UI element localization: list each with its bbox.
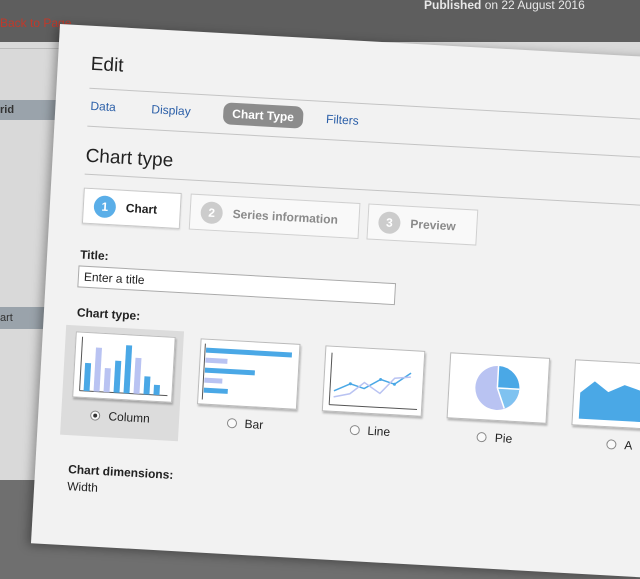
chart-type-option-area[interactable]: A bbox=[559, 353, 640, 469]
chart-type-option-label: Line bbox=[367, 423, 391, 440]
modal-title: Edit bbox=[90, 53, 125, 77]
title-field-label: Title: bbox=[79, 247, 109, 264]
title-input[interactable] bbox=[77, 265, 397, 306]
chart-type-option-column[interactable]: Column bbox=[60, 324, 185, 442]
step-number-badge: 2 bbox=[200, 201, 224, 225]
column-chart-icon bbox=[72, 331, 176, 403]
tab-chart-type[interactable]: Chart Type bbox=[222, 102, 304, 129]
radio-button[interactable] bbox=[606, 439, 617, 450]
radio-row: A bbox=[560, 435, 640, 456]
radio-button[interactable] bbox=[90, 410, 101, 421]
radio-button[interactable] bbox=[349, 424, 360, 436]
chart-dimensions-label: Chart dimensions: bbox=[67, 462, 174, 483]
chart-type-option-bar[interactable]: Bar bbox=[185, 332, 309, 448]
chart-type-option-label: Bar bbox=[244, 416, 264, 432]
step-chart[interactable]: 1 Chart bbox=[81, 187, 182, 230]
step-label: Series information bbox=[232, 206, 339, 227]
tab-filters[interactable]: Filters bbox=[326, 112, 359, 128]
radio-row: Pie bbox=[435, 428, 554, 449]
line-chart-icon bbox=[321, 345, 426, 417]
radio-row: Bar bbox=[186, 414, 305, 435]
step-series-information[interactable]: 2 Series information bbox=[188, 193, 361, 239]
step-preview[interactable]: 3 Preview bbox=[366, 203, 479, 246]
chart-type-option-line[interactable]: Line bbox=[310, 339, 434, 455]
published-status: Published on 22 August 2016 bbox=[424, 0, 585, 12]
step-label: Chart bbox=[125, 200, 158, 217]
pie-chart-icon bbox=[446, 352, 551, 424]
radio-button[interactable] bbox=[476, 431, 488, 443]
area-chart-icon bbox=[571, 359, 640, 431]
width-label: Width bbox=[66, 479, 99, 495]
radio-button[interactable] bbox=[226, 417, 237, 429]
radio-row: Line bbox=[310, 421, 429, 442]
chart-type-option-label: Pie bbox=[494, 430, 513, 446]
chart-type-option-pie[interactable]: Pie bbox=[434, 346, 558, 462]
tab-data[interactable]: Data bbox=[90, 99, 116, 114]
tab-display[interactable]: Display bbox=[151, 102, 191, 118]
bar-chart-icon bbox=[196, 338, 301, 410]
chart-type-option-label: Column bbox=[108, 409, 151, 426]
radio-row: Column bbox=[61, 407, 180, 428]
step-label: Preview bbox=[409, 216, 457, 234]
chart-type-label: Chart type: bbox=[76, 305, 141, 323]
chart-type-option-label: A bbox=[623, 438, 633, 453]
section-title: Chart type bbox=[85, 145, 174, 172]
background-row-label: rid bbox=[0, 104, 15, 116]
step-number-badge: 1 bbox=[93, 195, 117, 219]
edit-modal: Edit Data Display Chart Type Filters Cha… bbox=[30, 24, 640, 579]
step-number-badge: 3 bbox=[377, 211, 402, 235]
background-divider bbox=[0, 48, 62, 49]
background-row-label: art bbox=[0, 312, 13, 324]
